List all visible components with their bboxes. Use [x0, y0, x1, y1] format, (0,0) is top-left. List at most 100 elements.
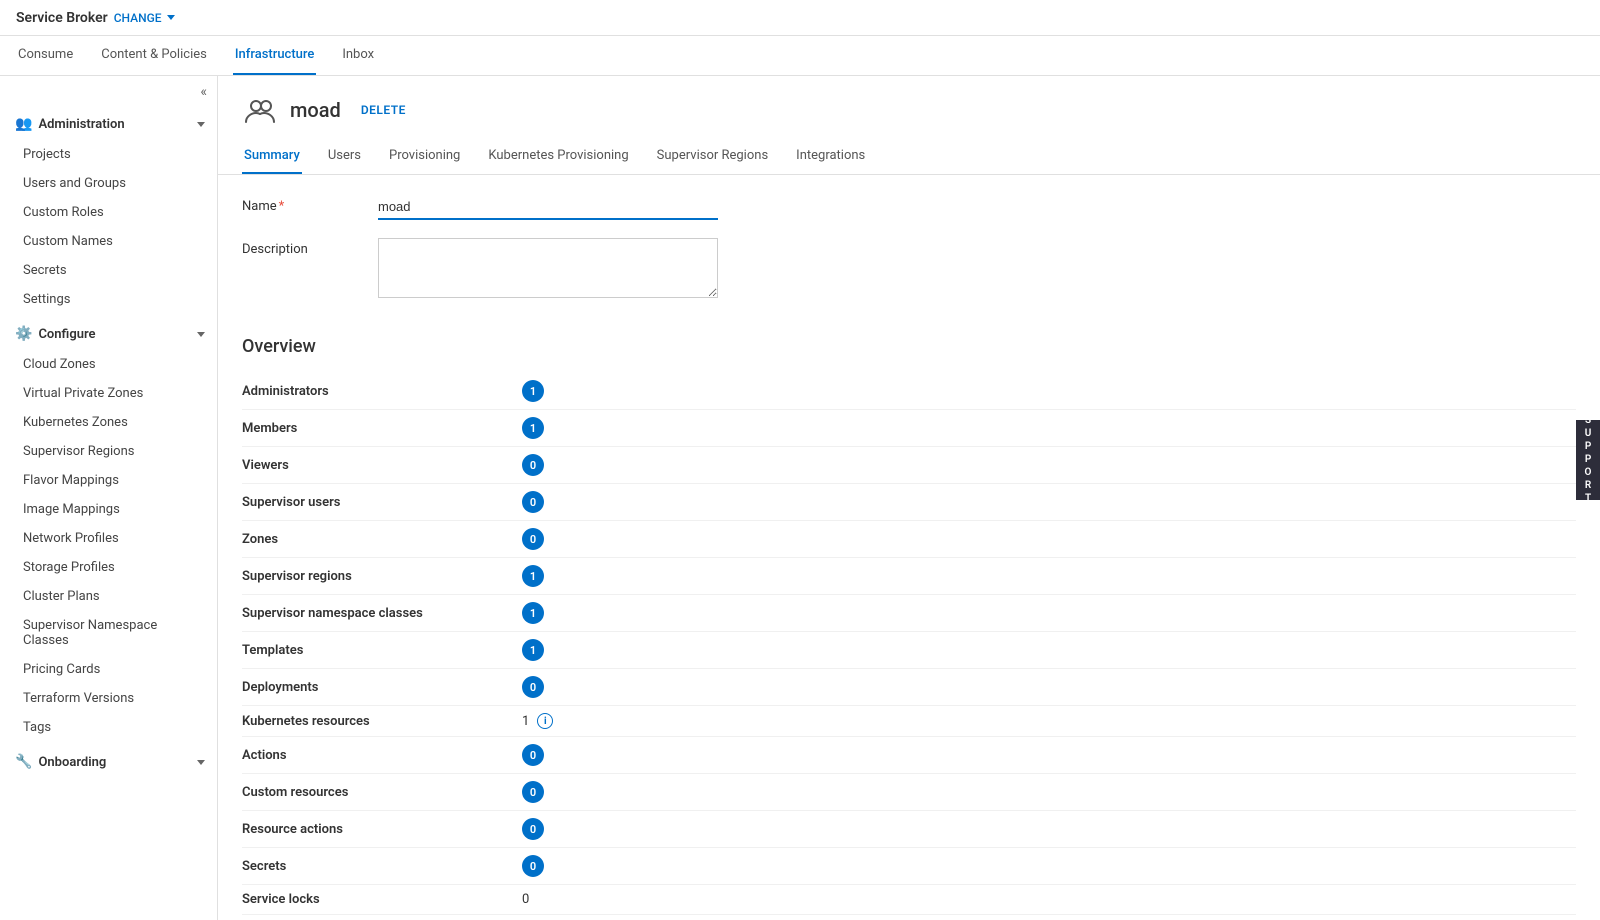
sub-tab-integrations[interactable]: Integrations — [794, 138, 867, 174]
main-content: moad DELETE Summary Users Provisioning K… — [218, 76, 1600, 920]
sidebar-item-flavor-mappings[interactable]: Flavor Mappings — [0, 466, 217, 495]
overview-section: Overview Administrators1Members1Viewers0… — [218, 336, 1600, 920]
sidebar-section-onboarding: 🔧 Onboarding — [0, 746, 217, 778]
overview-row-value: 1 — [522, 639, 544, 661]
sidebar-item-secrets[interactable]: Secrets — [0, 256, 217, 285]
sidebar-item-storage-profiles[interactable]: Storage Profiles — [0, 553, 217, 582]
overview-row: Members1 — [242, 410, 1576, 447]
sidebar: « 👥 Administration Projects Users and Gr… — [0, 76, 218, 920]
overview-row-value: 1i — [522, 713, 553, 729]
overview-row: Custom resources0 — [242, 774, 1576, 811]
count-badge: 0 — [522, 744, 544, 766]
name-input[interactable] — [378, 195, 718, 220]
project-header: moad DELETE — [218, 76, 1600, 128]
tab-consume[interactable]: Consume — [16, 36, 75, 75]
overview-row: Service locks0 — [242, 885, 1576, 915]
count-badge: 0 — [522, 818, 544, 840]
overview-row-value: 1 — [522, 565, 544, 587]
count-badge: 0 — [522, 454, 544, 476]
sidebar-item-cluster-plans[interactable]: Cluster Plans — [0, 582, 217, 611]
overview-row: Templates1 — [242, 632, 1576, 669]
overview-row-value: 1 — [522, 417, 544, 439]
tab-inbox[interactable]: Inbox — [340, 36, 376, 75]
overview-row-label: Supervisor regions — [242, 569, 522, 584]
overview-row-value: 0 — [522, 855, 544, 877]
sidebar-section-header-configure[interactable]: ⚙️ Configure — [0, 318, 217, 350]
sidebar-item-users-groups[interactable]: Users and Groups — [0, 169, 217, 198]
top-bar: Service Broker CHANGE — [0, 0, 1600, 36]
overview-row-value: 0 — [522, 892, 529, 907]
sub-tab-supervisor-regions[interactable]: Supervisor Regions — [655, 138, 770, 174]
count-badge: 0 — [522, 676, 544, 698]
overview-row: Pipelines resources0 — [242, 915, 1576, 920]
sub-tab-kubernetes-provisioning[interactable]: Kubernetes Provisioning — [486, 138, 630, 174]
support-tab[interactable]: SUPPORT — [1576, 420, 1600, 500]
tab-infrastructure[interactable]: Infrastructure — [233, 36, 317, 75]
sidebar-item-terraform-versions[interactable]: Terraform Versions — [0, 684, 217, 713]
sidebar-item-supervisor-namespace-classes[interactable]: Supervisor Namespace Classes — [0, 611, 217, 655]
overview-row-label: Resource actions — [242, 822, 522, 837]
overview-row-label: Administrators — [242, 384, 522, 399]
support-label: SUPPORT — [1583, 415, 1594, 506]
sidebar-item-custom-roles[interactable]: Custom Roles — [0, 198, 217, 227]
chevron-down-icon — [167, 15, 175, 20]
sidebar-item-custom-names[interactable]: Custom Names — [0, 227, 217, 256]
overview-rows: Administrators1Members1Viewers0Superviso… — [242, 373, 1576, 920]
people-icon: 👥 — [15, 116, 32, 132]
overview-row-value: 0 — [522, 491, 544, 513]
change-button[interactable]: CHANGE — [114, 11, 175, 25]
sub-tab-users[interactable]: Users — [326, 138, 363, 174]
required-asterisk: * — [279, 199, 285, 214]
gear-icon: ⚙️ — [15, 326, 32, 342]
overview-row: Kubernetes resources1i — [242, 706, 1576, 737]
sidebar-item-virtual-private-zones[interactable]: Virtual Private Zones — [0, 379, 217, 408]
count-badge: 1 — [522, 639, 544, 661]
overview-row-value: 1 — [522, 602, 544, 624]
overview-row: Zones0 — [242, 521, 1576, 558]
sub-tabs: Summary Users Provisioning Kubernetes Pr… — [218, 138, 1600, 175]
sidebar-item-kubernetes-zones[interactable]: Kubernetes Zones — [0, 408, 217, 437]
description-input[interactable] — [378, 238, 718, 298]
sidebar-section-header-onboarding[interactable]: 🔧 Onboarding — [0, 746, 217, 778]
sidebar-item-network-profiles[interactable]: Network Profiles — [0, 524, 217, 553]
collapse-icon: « — [200, 84, 207, 100]
overview-row: Administrators1 — [242, 373, 1576, 410]
name-label: Name* — [242, 195, 362, 214]
name-row: Name* — [242, 195, 1576, 220]
sidebar-section-header-administration[interactable]: 👥 Administration — [0, 108, 217, 140]
sidebar-item-projects[interactable]: Projects — [0, 140, 217, 169]
sidebar-section-configure: ⚙️ Configure Cloud Zones Virtual Private… — [0, 318, 217, 742]
sub-tab-summary[interactable]: Summary — [242, 138, 302, 174]
overview-row: Supervisor users0 — [242, 484, 1576, 521]
sidebar-section-administration: 👥 Administration Projects Users and Grou… — [0, 108, 217, 314]
onboarding-icon: 🔧 — [15, 754, 32, 770]
form-area: Name* Description — [218, 175, 1600, 336]
overview-row-label: Secrets — [242, 859, 522, 874]
sidebar-item-image-mappings[interactable]: Image Mappings — [0, 495, 217, 524]
overview-row-label: Zones — [242, 532, 522, 547]
sub-tab-provisioning[interactable]: Provisioning — [387, 138, 462, 174]
overview-row: Secrets0 — [242, 848, 1576, 885]
overview-row-label: Custom resources — [242, 785, 522, 800]
overview-row: Actions0 — [242, 737, 1576, 774]
sidebar-item-pricing-cards[interactable]: Pricing Cards — [0, 655, 217, 684]
overview-row-value: 0 — [522, 818, 544, 840]
collapse-button[interactable]: « — [0, 76, 217, 108]
count-badge: 0 — [522, 781, 544, 803]
overview-row-label: Deployments — [242, 680, 522, 695]
chevron-down-icon — [197, 122, 205, 127]
tab-content-policies[interactable]: Content & Policies — [99, 36, 209, 75]
sidebar-item-settings[interactable]: Settings — [0, 285, 217, 314]
delete-button[interactable]: DELETE — [361, 103, 406, 117]
project-icon — [242, 92, 278, 128]
count-badge: 1 — [522, 565, 544, 587]
sidebar-item-cloud-zones[interactable]: Cloud Zones — [0, 350, 217, 379]
overview-row-value: 0 — [522, 744, 544, 766]
info-icon[interactable]: i — [537, 713, 553, 729]
count-badge: 0 — [522, 491, 544, 513]
sidebar-item-supervisor-regions[interactable]: Supervisor Regions — [0, 437, 217, 466]
sidebar-item-tags[interactable]: Tags — [0, 713, 217, 742]
project-name: moad — [290, 98, 341, 122]
overview-row: Supervisor namespace classes1 — [242, 595, 1576, 632]
overview-row-value: 1 — [522, 380, 544, 402]
